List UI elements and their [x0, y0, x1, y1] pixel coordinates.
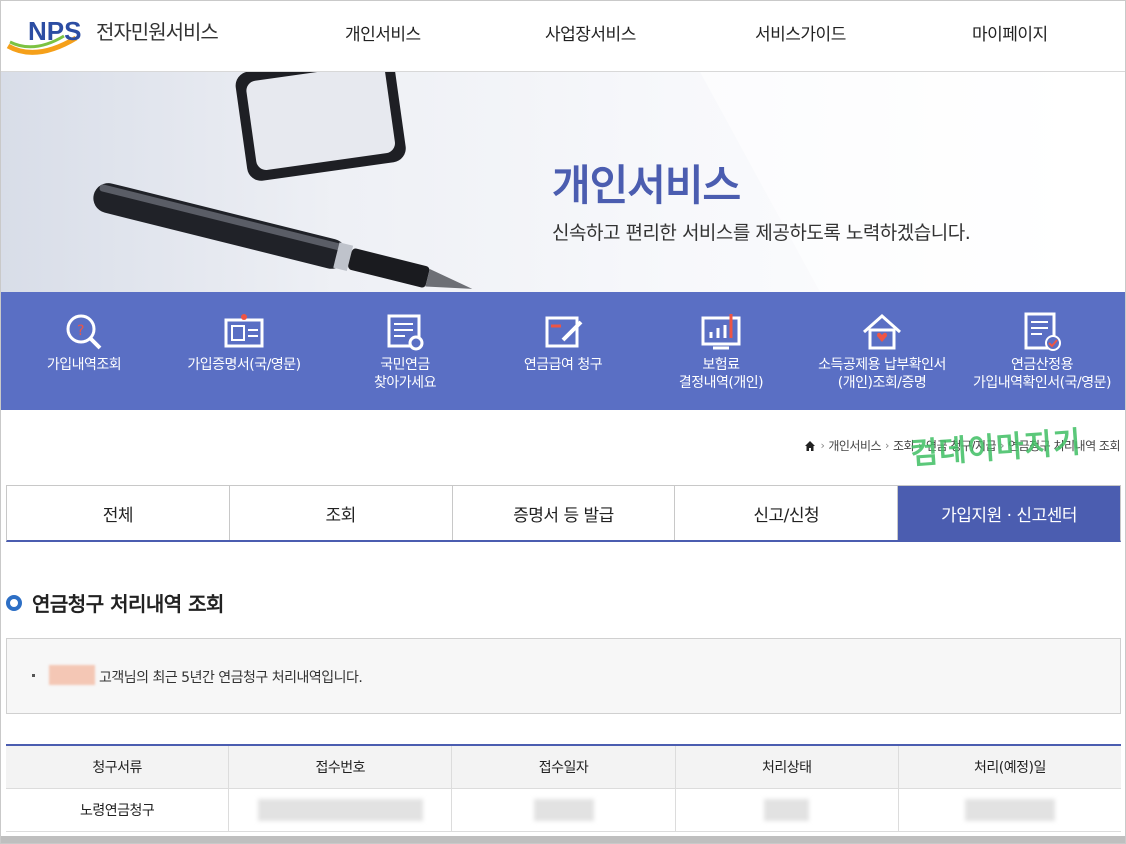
horizontal-scrollbar[interactable]	[0, 836, 1126, 844]
quick-item-pension-claim[interactable]: 연금급여 청구	[490, 292, 636, 410]
tab-certificate-issue[interactable]: 증명서 등 발급	[453, 486, 676, 540]
quick-item-tax-deduction[interactable]: 소득공제용 납부확인서 (개인)조회/증명	[806, 292, 958, 410]
table-cell-document-type: 노령연금청구	[6, 789, 230, 831]
info-box: 고객님의 최근 5년간 연금청구 처리내역입니다.	[6, 638, 1121, 714]
chevron-right-icon: ›	[885, 439, 889, 452]
table-cell-receipt-date	[452, 789, 676, 831]
banner: 개인서비스 신속하고 편리한 서비스를 제공하도록 노력하겠습니다.	[0, 72, 1126, 292]
chart-monitor-icon	[701, 314, 741, 350]
info-text: 고객님의 최근 5년간 연금청구 처리내역입니다.	[99, 670, 363, 686]
table-header-cell: 접수일자	[452, 746, 676, 788]
table-cell-status	[676, 789, 899, 831]
quick-item-label: 연금급여 청구	[523, 357, 603, 373]
tab-all[interactable]: 전체	[7, 486, 230, 540]
nav-personal-service[interactable]: 개인서비스	[345, 20, 421, 45]
table-header-cell: 처리상태	[676, 746, 899, 788]
chevron-right-icon: ›	[820, 439, 825, 452]
nav-service-guide[interactable]: 서비스가이드	[755, 20, 846, 45]
banner-subtitle: 신속하고 편리한 서비스를 제공하도록 노력하겠습니다.	[552, 222, 971, 244]
tab-support-center[interactable]: 가입지원 · 신고센터	[898, 486, 1120, 540]
page-title: 연금청구 처리내역 조회	[32, 592, 224, 616]
quick-item-label: 가입증명서(국/영문)	[187, 357, 301, 373]
circle-bullet-icon	[6, 594, 22, 611]
table-header-cell: 처리(예정)일	[974, 760, 1046, 776]
logo-text[interactable]: 전자민원서비스	[96, 16, 219, 45]
banner-title: 개인서비스	[552, 161, 741, 210]
table-cell-processing-date	[899, 789, 1121, 831]
search-question-icon: ?	[66, 314, 102, 350]
nav-mypage[interactable]: 마이페이지	[972, 20, 1048, 45]
quick-item-pension-calc-confirm[interactable]: 연금산정용 가입내역확인서(국/영문)	[958, 292, 1126, 410]
quick-item-subscription-inquiry[interactable]: ? 가입내역조회	[0, 292, 168, 410]
table-header-cell: 청구서류	[6, 746, 230, 788]
id-card-icon	[224, 314, 264, 348]
header: NPS 전자민원서비스 개인서비스 사업장서비스 서비스가이드 마이페이지	[0, 0, 1126, 72]
table-header-row: 청구서류 접수번호 접수일자 처리상태 처리(예정)일	[6, 746, 1121, 789]
tab-report-apply[interactable]: 신고/신청	[675, 486, 899, 540]
quick-menu: ? 가입내역조회 가입증명서(국/영문) 국민연금 찾아가세요 연금급여 청구	[0, 292, 1126, 410]
table-row[interactable]: 노령연금청구	[6, 789, 1121, 832]
quick-item-label: 국민연금 찾아가세요	[374, 357, 436, 391]
redacted-value	[964, 799, 1055, 821]
claim-history-table: 청구서류 접수번호 접수일자 처리상태 처리(예정)일 노령연금청구	[6, 744, 1121, 832]
quick-item-label: 가입내역조회	[46, 357, 122, 373]
home-icon[interactable]	[804, 440, 816, 452]
table-cell-receipt-number	[229, 789, 453, 831]
breadcrumb-item[interactable]: 개인서비스	[828, 437, 881, 454]
quick-item-label: 연금산정용 가입내역확인서(국/영문)	[973, 357, 1111, 391]
logo-mark: NPS	[28, 16, 81, 46]
quick-item-certificate[interactable]: 가입증명서(국/영문)	[168, 292, 320, 410]
section-title: 연금청구 처리내역 조회	[6, 588, 224, 617]
table-header-cell: 접수번호	[229, 746, 453, 788]
tab-bar: 전체 조회 증명서 등 발급 신고/신청 가입지원 · 신고센터	[6, 485, 1121, 542]
nav-business-service[interactable]: 사업장서비스	[545, 20, 636, 45]
redacted-value	[257, 799, 423, 821]
svg-text:?: ?	[77, 323, 84, 339]
quick-item-premium-decision[interactable]: 보험료 결정내역(개인)	[636, 292, 806, 410]
redacted-value	[764, 799, 810, 821]
document-pen-icon	[545, 316, 583, 348]
watermark: 컴데이마지기	[909, 425, 1083, 472]
redacted-value	[533, 799, 594, 821]
quick-item-label: 소득공제용 납부확인서 (개인)조회/증명	[818, 357, 946, 391]
redacted-customer-name	[49, 665, 95, 685]
bullet-dot-icon	[32, 674, 35, 677]
document-check-icon	[1024, 312, 1061, 351]
document-search-icon	[387, 314, 424, 351]
tab-inquiry[interactable]: 조회	[230, 486, 453, 540]
quick-item-label: 보험료 결정내역(개인)	[678, 357, 764, 391]
quick-item-find-pension[interactable]: 국민연금 찾아가세요	[320, 292, 490, 410]
house-heart-icon	[863, 313, 901, 350]
